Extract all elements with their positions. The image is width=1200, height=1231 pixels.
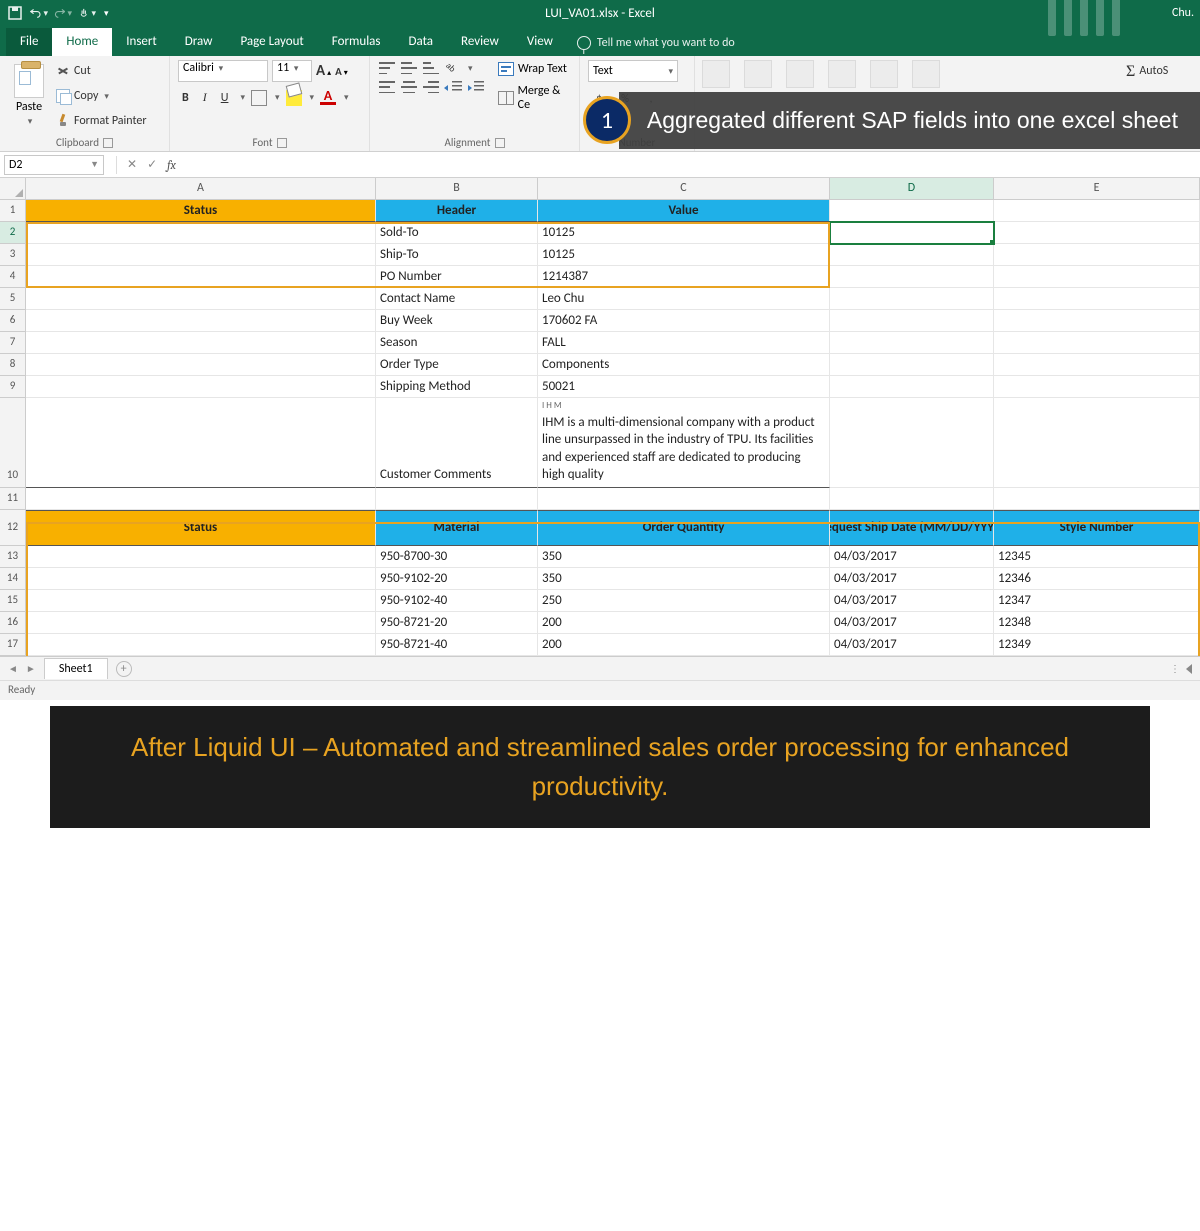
fill-color-button[interactable] [286, 90, 302, 106]
font-color-button[interactable]: A [320, 90, 336, 105]
wrap-text-button[interactable]: Wrap Text [494, 60, 571, 78]
sheet-tab-bar: ◄ ► Sheet1 + ⋮ [0, 656, 1200, 680]
tab-formulas[interactable]: Formulas [318, 28, 395, 56]
tab-page-layout[interactable]: Page Layout [226, 28, 317, 56]
format-painter-button[interactable]: Format Painter [56, 110, 147, 132]
status-bar: Ready [0, 680, 1200, 700]
paste-button[interactable]: Paste ▾ [8, 60, 50, 132]
tab-review[interactable]: Review [447, 28, 513, 56]
chevron-down-icon: ▾ [28, 116, 33, 127]
cell[interactable]: Status [26, 200, 376, 222]
align-bottom-button[interactable] [422, 61, 440, 75]
new-sheet-button[interactable]: + [116, 661, 132, 677]
enter-icon[interactable]: ✓ [147, 157, 157, 172]
merge-center-button[interactable]: Merge & Ce [494, 82, 571, 114]
col-header-d[interactable]: D [830, 178, 994, 199]
qat-customize-icon[interactable]: ▾ [104, 8, 109, 19]
tell-me[interactable]: Tell me what you want to do [567, 30, 745, 56]
align-middle-button[interactable] [400, 61, 418, 75]
touch-mode-icon[interactable]: ▾ [78, 4, 96, 22]
brush-icon [56, 114, 70, 128]
decrease-indent-button[interactable] [444, 80, 462, 94]
caption: After Liquid UI – Automated and streamli… [50, 706, 1150, 828]
underline-button[interactable]: U [217, 89, 233, 107]
dialog-launcher-icon[interactable] [103, 138, 113, 148]
callout-text: Aggregated different SAP fields into one… [619, 92, 1200, 149]
tab-draw[interactable]: Draw [171, 28, 227, 56]
align-top-button[interactable] [378, 61, 396, 75]
wrap-text-icon [498, 62, 514, 76]
orientation-button[interactable] [444, 60, 462, 76]
sigma-icon: Σ [1126, 62, 1135, 81]
autosum-button[interactable]: ΣAutoS [1126, 60, 1194, 82]
group-font: Calibri ▾ 11 ▾ A▴ A▾ B I U▾ ▾ ▾ A▾ Font [170, 56, 370, 151]
align-center-button[interactable] [400, 80, 418, 94]
sheet-nav-next-icon[interactable]: ► [26, 662, 36, 675]
lightbulb-icon [577, 36, 591, 50]
shrink-font-button[interactable]: A▾ [335, 65, 348, 78]
merge-icon [498, 91, 514, 105]
select-all-corner[interactable] [0, 178, 26, 199]
redo-icon[interactable]: ▾ [54, 4, 72, 22]
grow-font-button[interactable]: A▴ [316, 62, 331, 80]
scissors-icon [56, 64, 70, 78]
align-left-button[interactable] [378, 80, 396, 94]
sheet-nav-prev-icon[interactable]: ◄ [8, 662, 18, 675]
tab-home[interactable]: Home [52, 28, 112, 56]
column-headers: A B C D E [0, 178, 1200, 200]
number-format-select[interactable]: Text▾ [588, 60, 678, 82]
undo-icon[interactable]: ▾ [30, 4, 48, 22]
group-alignment: ▾ Wrap Text Merge & Ce Alignment [370, 56, 580, 151]
col-header-e[interactable]: E [994, 178, 1200, 199]
dialog-launcher-icon[interactable] [495, 138, 505, 148]
fx-icon[interactable]: fx [167, 158, 176, 172]
cell[interactable]: Header [376, 200, 538, 222]
tab-insert[interactable]: Insert [112, 28, 171, 56]
sheet-tab[interactable]: Sheet1 [44, 658, 108, 679]
window-title: LUI_VA01.xlsx - Excel [545, 6, 655, 21]
spreadsheet-grid[interactable]: 1 Status Header Value 2 Sold-To 10125 3 … [0, 200, 1200, 656]
group-clipboard: Paste ▾ Cut Copy▾ Format Painter Clipboa… [0, 56, 170, 151]
cell[interactable]: Value [538, 200, 830, 222]
tab-file[interactable]: File [6, 28, 52, 56]
tab-data[interactable]: Data [395, 28, 448, 56]
cancel-icon[interactable]: ✕ [127, 157, 137, 172]
ribbon-tabs: File Home Insert Draw Page Layout Formul… [0, 26, 1200, 56]
dialog-launcher-icon[interactable] [277, 138, 287, 148]
callout-number: 1 [583, 96, 631, 144]
cut-button[interactable]: Cut [56, 60, 147, 82]
formula-bar: D2▼ ✕ ✓ fx [0, 152, 1200, 178]
user-name[interactable]: Chu. [1172, 6, 1194, 20]
copy-icon [56, 89, 70, 103]
save-icon[interactable] [6, 4, 24, 22]
col-header-b[interactable]: B [376, 178, 538, 199]
paste-icon [14, 64, 44, 98]
col-header-c[interactable]: C [538, 178, 830, 199]
tab-view[interactable]: View [513, 28, 567, 56]
align-right-button[interactable] [422, 80, 440, 94]
bold-button[interactable]: B [178, 89, 193, 107]
font-name-select[interactable]: Calibri ▾ [178, 60, 268, 82]
font-size-select[interactable]: 11 ▾ [272, 60, 312, 82]
col-header-a[interactable]: A [26, 178, 376, 199]
callout: 1 Aggregated different SAP fields into o… [583, 92, 1200, 149]
borders-button[interactable] [251, 90, 267, 106]
italic-button[interactable]: I [199, 88, 211, 107]
name-box[interactable]: D2▼ [4, 155, 104, 175]
active-cell[interactable] [830, 222, 994, 244]
title-bar: ▾ ▾ ▾ ▾ LUI_VA01.xlsx - Excel Chu. [0, 0, 1200, 26]
copy-button[interactable]: Copy▾ [56, 85, 147, 107]
formula-input[interactable] [184, 155, 1200, 175]
increase-indent-button[interactable] [466, 80, 484, 94]
scroll-left-icon[interactable] [1186, 664, 1192, 674]
